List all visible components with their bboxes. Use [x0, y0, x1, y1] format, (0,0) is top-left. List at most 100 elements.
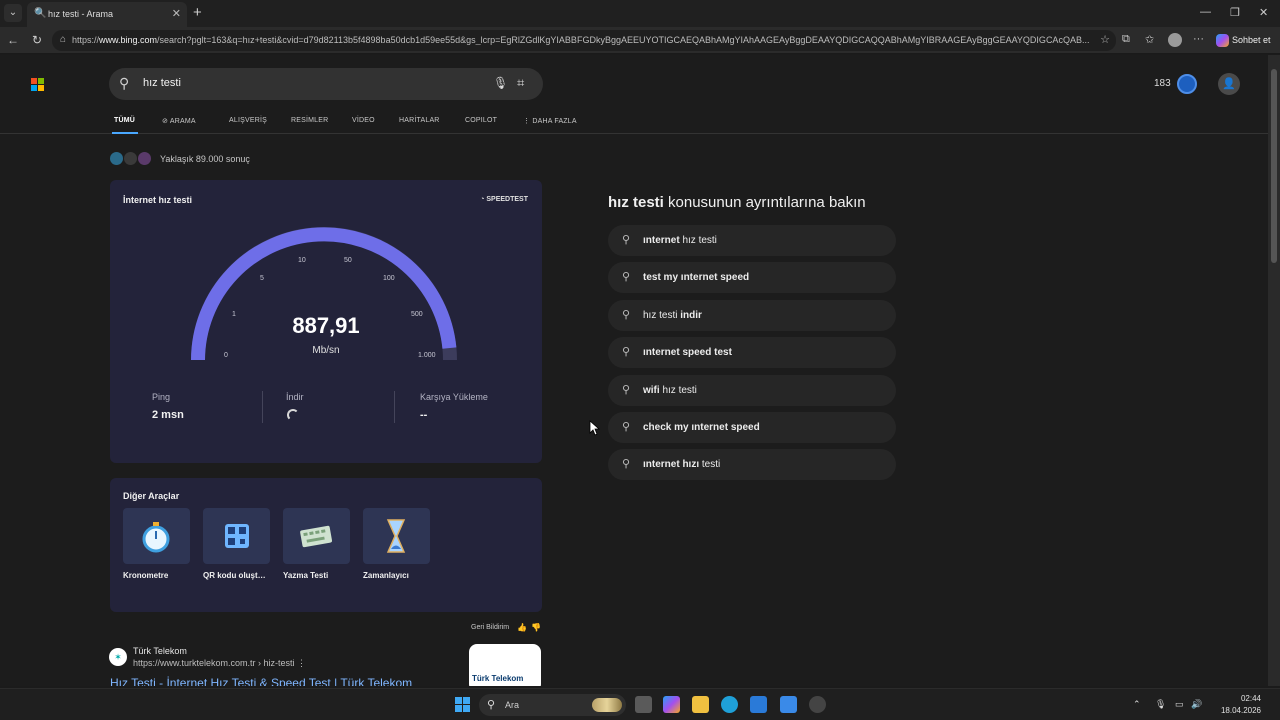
thumbnail-text: Türk Telekom — [472, 674, 524, 683]
search-highlight-icon — [592, 698, 622, 712]
address-bar[interactable]: ⌂ https://www.bing.com/search?pglt=163&q… — [52, 30, 1116, 51]
speed-dot-icon — [124, 152, 137, 165]
speed-test-title: İnternet hız testi — [123, 195, 193, 205]
other-tools-card: Diğer Araçlar Kronometre QR kodu oluştur… — [110, 478, 542, 612]
gauge-fill — [191, 227, 457, 361]
active-tab-underline — [112, 132, 138, 134]
show-hidden-icons-icon[interactable]: ⌃ — [1133, 699, 1141, 710]
speed-unit: Mb/sn — [312, 345, 340, 356]
search-favicon-icon: 🔍 — [34, 8, 47, 19]
search-icon: ⚲ — [622, 421, 631, 433]
tool-typing-test[interactable]: Yazma Testi — [283, 508, 350, 580]
related-search-item[interactable]: ⚲ test my ınternet speed — [608, 262, 896, 293]
related-search-item[interactable]: ⚲ ınternet speed test — [608, 337, 896, 368]
result-url[interactable]: https://www.turktelekom.com.tr › hiz-tes… — [133, 658, 306, 669]
site-favicon-icon[interactable]: ✶ — [109, 648, 127, 666]
related-search-item[interactable]: ⚲ wifi hız testi — [608, 375, 896, 406]
favorite-star-icon[interactable]: ☆ — [1100, 33, 1110, 46]
close-tab-icon[interactable]: ✕ — [172, 7, 181, 20]
active-tab[interactable]: 🔍 hız testi - Arama ✕ — [27, 2, 187, 27]
copilot-icon — [1216, 34, 1229, 47]
thumbs-down-icon[interactable]: 👎 — [531, 623, 541, 632]
tab-all[interactable]: TÜMÜ — [114, 117, 135, 124]
avatar-dot-icon — [138, 152, 151, 165]
tool-qr-generator[interactable]: QR kodu oluşturucu — [203, 508, 270, 580]
feedback-row: Geri Bildirim 👍 👎 — [471, 623, 541, 632]
metric-divider — [394, 391, 395, 423]
result-thumbnail[interactable]: Türk Telekom — [469, 644, 541, 686]
tab-maps[interactable]: HARİTALAR — [399, 117, 440, 124]
search-input[interactable]: hız testi — [143, 77, 181, 89]
ping-value: 2 msn — [152, 409, 184, 421]
edge-browser-icon[interactable] — [721, 696, 738, 713]
copilot-app-icon[interactable] — [663, 696, 680, 713]
close-window-icon[interactable]: ✕ — [1259, 6, 1268, 19]
back-icon[interactable]: ← — [7, 33, 19, 47]
tab-search[interactable]: ⊘ ARAMA — [162, 117, 196, 125]
user-account-icon[interactable]: 👤 — [1218, 73, 1240, 95]
result-title-link[interactable]: Hız Testi - İnternet Hız Testi & Speed T… — [110, 676, 412, 686]
tab-shopping[interactable]: ALIŞVERİŞ — [229, 117, 267, 124]
ping-label: Ping — [152, 392, 171, 402]
tool-timer[interactable]: Zamanlayıcı — [363, 508, 430, 580]
microphone-icon[interactable]: 🎙 — [493, 76, 508, 90]
minimize-icon[interactable]: — — [1200, 6, 1211, 18]
outlook-icon[interactable] — [780, 696, 797, 713]
search-icon: ⚲ — [622, 346, 631, 358]
tab-title: hız testi - Arama — [48, 9, 114, 19]
search-box[interactable]: ⚲ hız testi 🎙 ⌗ — [109, 68, 543, 100]
microphone-tray-icon[interactable]: 🎙 — [1155, 699, 1166, 710]
gauge-tick: 100 — [383, 275, 395, 282]
file-explorer-icon[interactable] — [692, 696, 709, 713]
restore-icon[interactable]: ❐ — [1230, 6, 1240, 19]
bing-results-page: ⚲ hız testi 🎙 ⌗ 183 👤 TÜMÜ ⊘ ARAMA ALIŞV… — [0, 55, 1268, 686]
scrollbar-thumb[interactable] — [1271, 69, 1277, 263]
volume-icon[interactable]: 🔊 — [1191, 699, 1202, 710]
tab-images[interactable]: RESİMLER — [291, 117, 328, 124]
page-scrollbar[interactable] — [1268, 55, 1280, 686]
microsoft-logo-icon[interactable] — [31, 78, 45, 92]
rewards-medal-icon[interactable] — [1177, 74, 1197, 94]
related-search-item[interactable]: ⚲ ınternet hız testi — [608, 225, 896, 256]
profile-avatar[interactable] — [1168, 33, 1182, 47]
speedtest-brand[interactable]: ◔ SPEEDTEST — [480, 196, 528, 203]
tool-stopwatch[interactable]: Kronometre — [123, 508, 190, 580]
loading-spinner-icon — [287, 409, 299, 421]
speedtest-app-icon[interactable] — [809, 696, 826, 713]
tab-actions-menu-icon[interactable]: ⌄ — [4, 4, 22, 22]
tool-label: QR kodu oluşturucu — [203, 571, 270, 580]
related-search-item[interactable]: ⚲ hız testi indir — [608, 300, 896, 331]
search-icon: ⚲ — [487, 699, 496, 711]
tab-copilot[interactable]: COPILOT — [465, 117, 497, 124]
copilot-chat-button[interactable]: Sohbet et — [1214, 31, 1271, 50]
network-icon[interactable]: ▭ — [1175, 699, 1184, 710]
thumbs-up-icon[interactable]: 👍 — [517, 623, 527, 632]
tab-more[interactable]: ⋮ DAHA FAZLA — [523, 117, 577, 125]
favorites-icon[interactable]: ✩ — [1145, 33, 1154, 46]
tab-video[interactable]: VİDEO — [352, 117, 375, 124]
tool-label: Zamanlayıcı — [363, 571, 409, 580]
more-options-icon[interactable]: ··· — [1193, 33, 1204, 45]
related-search-item[interactable]: ⚲ ınternet hızı testi — [608, 449, 896, 480]
qr-code-icon — [225, 524, 249, 548]
address-bar-row: ← ↻ ⌂ https://www.bing.com/search?pglt=1… — [0, 27, 1280, 54]
refresh-icon[interactable]: ↻ — [32, 33, 42, 47]
task-view-icon[interactable] — [635, 696, 652, 713]
clock-time[interactable]: 02:44 — [1213, 694, 1261, 703]
related-search-item[interactable]: ⚲ check my ınternet speed — [608, 412, 896, 443]
search-icon: ⚲ — [622, 309, 631, 321]
feedback-label[interactable]: Geri Bildirim — [471, 624, 509, 631]
new-tab-icon[interactable]: + — [193, 4, 202, 21]
windows-start-icon[interactable] — [455, 697, 471, 713]
taskbar-search[interactable]: ⚲ Ara — [479, 694, 626, 716]
extensions-icon[interactable]: ⧉ — [1122, 33, 1130, 46]
visual-search-icon[interactable]: ⌗ — [517, 75, 524, 91]
rewards-points[interactable]: 183 — [1154, 78, 1171, 89]
site-info-icon[interactable]: ⌂ — [60, 34, 66, 45]
gauge-track — [191, 227, 457, 361]
result-site-name[interactable]: Türk Telekom — [133, 646, 187, 656]
scope-tabs: TÜMÜ ⊘ ARAMA ALIŞVERİŞ RESİMLER VİDEO HA… — [0, 110, 1268, 134]
url-text[interactable]: https://www.bing.com/search?pglt=163&q=h… — [72, 35, 1092, 45]
store-icon[interactable] — [750, 696, 767, 713]
clock-date[interactable]: 18.04.2026 — [1203, 706, 1261, 715]
